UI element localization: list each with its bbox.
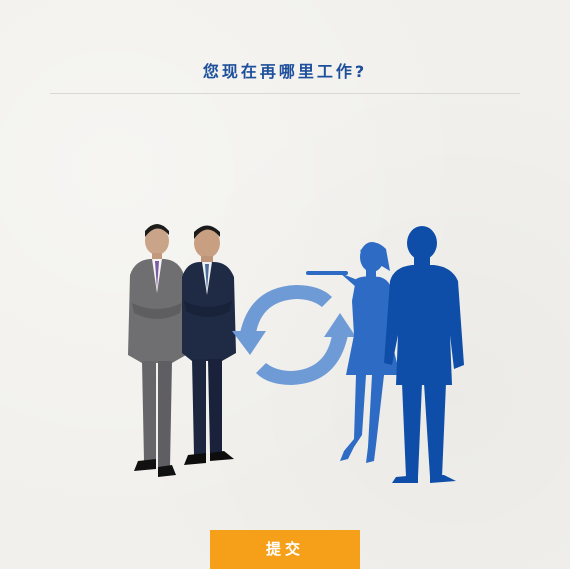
businessmen-photo (128, 224, 236, 477)
submit-button[interactable]: 提交 (210, 530, 360, 569)
refresh-arrows-icon (232, 285, 356, 385)
question-title: 您现在再哪里工作? (202, 62, 368, 81)
businessman-grey-suit (128, 224, 186, 477)
title-divider (50, 93, 520, 94)
man-silhouette (384, 226, 464, 483)
businessman-navy-suit (182, 225, 236, 465)
illustration (100, 215, 500, 495)
illustration-svg (128, 224, 464, 483)
